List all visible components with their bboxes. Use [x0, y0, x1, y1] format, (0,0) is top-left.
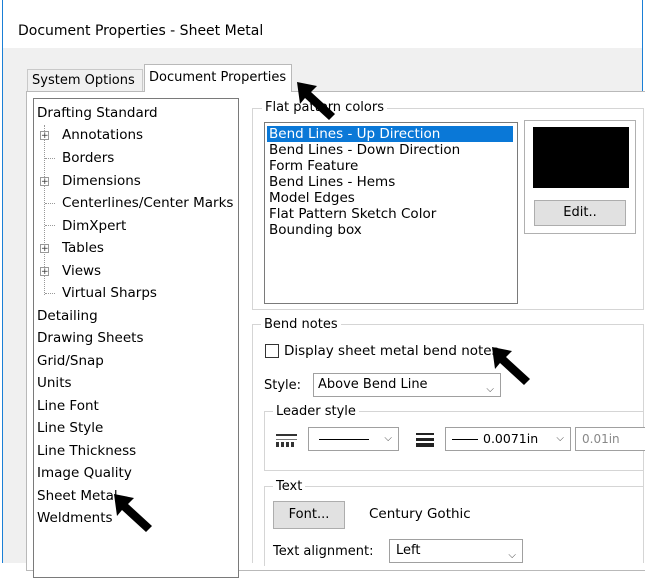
text-alignment-dropdown[interactable]: Left ⌵ — [389, 539, 523, 563]
style-dropdown[interactable]: Above Bend Line ⌵ — [313, 373, 501, 397]
tree-item-weldments[interactable]: Weldments — [37, 510, 113, 526]
leader-style-title: Leader style — [273, 404, 359, 419]
expand-icon[interactable]: + — [40, 177, 49, 187]
tree-item-image-quality[interactable]: Image Quality — [37, 465, 132, 481]
expand-icon[interactable]: + — [40, 244, 49, 254]
custom-thickness-field[interactable]: 0.01in — [575, 427, 645, 451]
display-bend-notes-checkbox[interactable] — [265, 344, 279, 358]
line-style-icon — [275, 433, 299, 449]
tree-item-grid-snap[interactable]: Grid/Snap — [37, 353, 104, 369]
tree-item-line-thickness[interactable]: Line Thickness — [37, 443, 136, 459]
annotation-arrow-icon — [114, 494, 152, 532]
line-sample — [452, 439, 478, 440]
bend-notes-title: Bend notes — [261, 317, 341, 332]
tree-item-dimensions[interactable]: Dimensions — [62, 173, 141, 189]
text-alignment-label: Text alignment: — [273, 544, 374, 559]
thickness-value: 0.0071in — [483, 431, 539, 446]
tree-connector — [45, 293, 55, 294]
chevron-down-icon: ⌵ — [508, 550, 516, 561]
annotation-arrow-icon — [297, 82, 335, 120]
line-thickness-dropdown[interactable]: 0.0071in ⌵ — [445, 427, 571, 451]
tree-connector — [45, 158, 55, 159]
custom-thickness-value: 0.01in — [582, 432, 620, 446]
expand-icon[interactable]: + — [40, 131, 49, 141]
chevron-down-icon: ⌵ — [384, 433, 392, 444]
tab-label: System Options — [32, 73, 135, 88]
display-bend-notes-label[interactable]: Display sheet metal bend notes — [284, 343, 499, 359]
list-item-bend-up[interactable]: Bend Lines - Up Direction — [267, 126, 513, 142]
tab-label: Document Properties — [149, 70, 287, 85]
tab-system-options[interactable]: System Options — [27, 69, 143, 91]
tree-item-units[interactable]: Units — [37, 375, 72, 391]
line-sample — [319, 439, 369, 440]
text-alignment-value: Left — [396, 543, 421, 558]
tree-item-borders[interactable]: Borders — [62, 150, 114, 166]
style-value: Above Bend Line — [318, 377, 428, 392]
list-item-sketch-color[interactable]: Flat Pattern Sketch Color — [269, 206, 436, 222]
tree-item-detailing[interactable]: Detailing — [37, 308, 98, 324]
font-name: Century Gothic — [369, 506, 471, 522]
edit-label: Edit.. — [563, 205, 597, 220]
annotation-arrow-icon — [492, 347, 530, 385]
tree-item-line-style[interactable]: Line Style — [37, 420, 103, 436]
tree-item-sheet-metal[interactable]: Sheet Metal — [37, 488, 118, 504]
list-item-model-edges[interactable]: Model Edges — [269, 190, 355, 206]
color-swatch — [533, 127, 629, 188]
tree-item-drafting-standard[interactable]: Drafting Standard — [37, 105, 158, 121]
tree-item-line-font[interactable]: Line Font — [37, 398, 99, 414]
expand-icon[interactable]: + — [40, 267, 49, 277]
tree-item-virtual-sharps[interactable]: Virtual Sharps — [62, 285, 157, 301]
edit-color-button[interactable]: Edit.. — [534, 200, 626, 226]
chevron-down-icon: ⌵ — [556, 433, 564, 444]
list-item-bend-down[interactable]: Bend Lines - Down Direction — [269, 142, 460, 158]
tree-item-annotations[interactable]: Annotations — [62, 127, 143, 143]
line-style-dropdown[interactable]: ⌵ — [308, 427, 399, 451]
flat-pattern-list[interactable]: Bend Lines - Up Direction Bend Lines - D… — [264, 122, 518, 304]
text-group-title: Text — [273, 479, 306, 494]
font-button[interactable]: Font... — [273, 501, 345, 529]
tree-item-centerlines[interactable]: Centerlines/Center Marks — [62, 195, 233, 211]
font-button-label: Font... — [288, 507, 330, 522]
tree-item-views[interactable]: Views — [62, 263, 101, 279]
tree-connector — [45, 203, 55, 204]
line-thickness-icon — [415, 432, 435, 448]
tab-document-properties[interactable]: Document Properties — [144, 64, 292, 92]
tree-connector — [45, 225, 55, 226]
list-item-bounding-box[interactable]: Bounding box — [269, 222, 362, 238]
style-label: Style: — [264, 378, 302, 393]
tree-item-drawing-sheets[interactable]: Drawing Sheets — [37, 330, 144, 346]
list-item-bend-hems[interactable]: Bend Lines - Hems — [269, 174, 395, 190]
list-item-form-feature[interactable]: Form Feature — [269, 158, 358, 174]
tree-item-dimxpert[interactable]: DimXpert — [62, 218, 126, 234]
tree-item-tables[interactable]: Tables — [62, 240, 104, 256]
